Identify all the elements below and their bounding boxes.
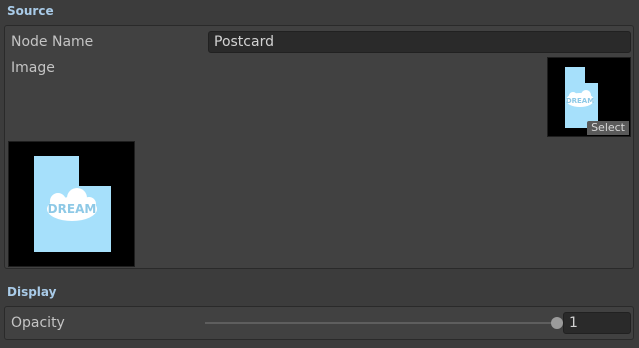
select-button[interactable]: Select <box>587 121 629 135</box>
display-panel: Opacity <box>4 306 634 340</box>
opacity-slider[interactable] <box>205 307 563 339</box>
image-picker[interactable]: DREAM Select <box>547 57 631 137</box>
image-label: Image <box>11 60 55 76</box>
opacity-label: Opacity <box>11 315 65 331</box>
source-panel: Node Name Image DREAM Select DREAM <box>4 25 634 269</box>
thumbnail-large-text: DREAM <box>48 202 97 216</box>
image-preview-graphic: DREAM <box>34 156 111 252</box>
thumbnail-small-text: DREAM <box>566 97 594 105</box>
opacity-slider-track <box>205 322 557 324</box>
opacity-slider-thumb[interactable] <box>551 317 563 329</box>
display-section-header[interactable]: Display <box>7 285 56 299</box>
image-preview: DREAM <box>8 141 135 267</box>
source-section-header[interactable]: Source <box>7 4 54 18</box>
opacity-input[interactable] <box>563 312 631 334</box>
node-name-label: Node Name <box>11 34 94 50</box>
node-name-input[interactable] <box>208 31 631 53</box>
